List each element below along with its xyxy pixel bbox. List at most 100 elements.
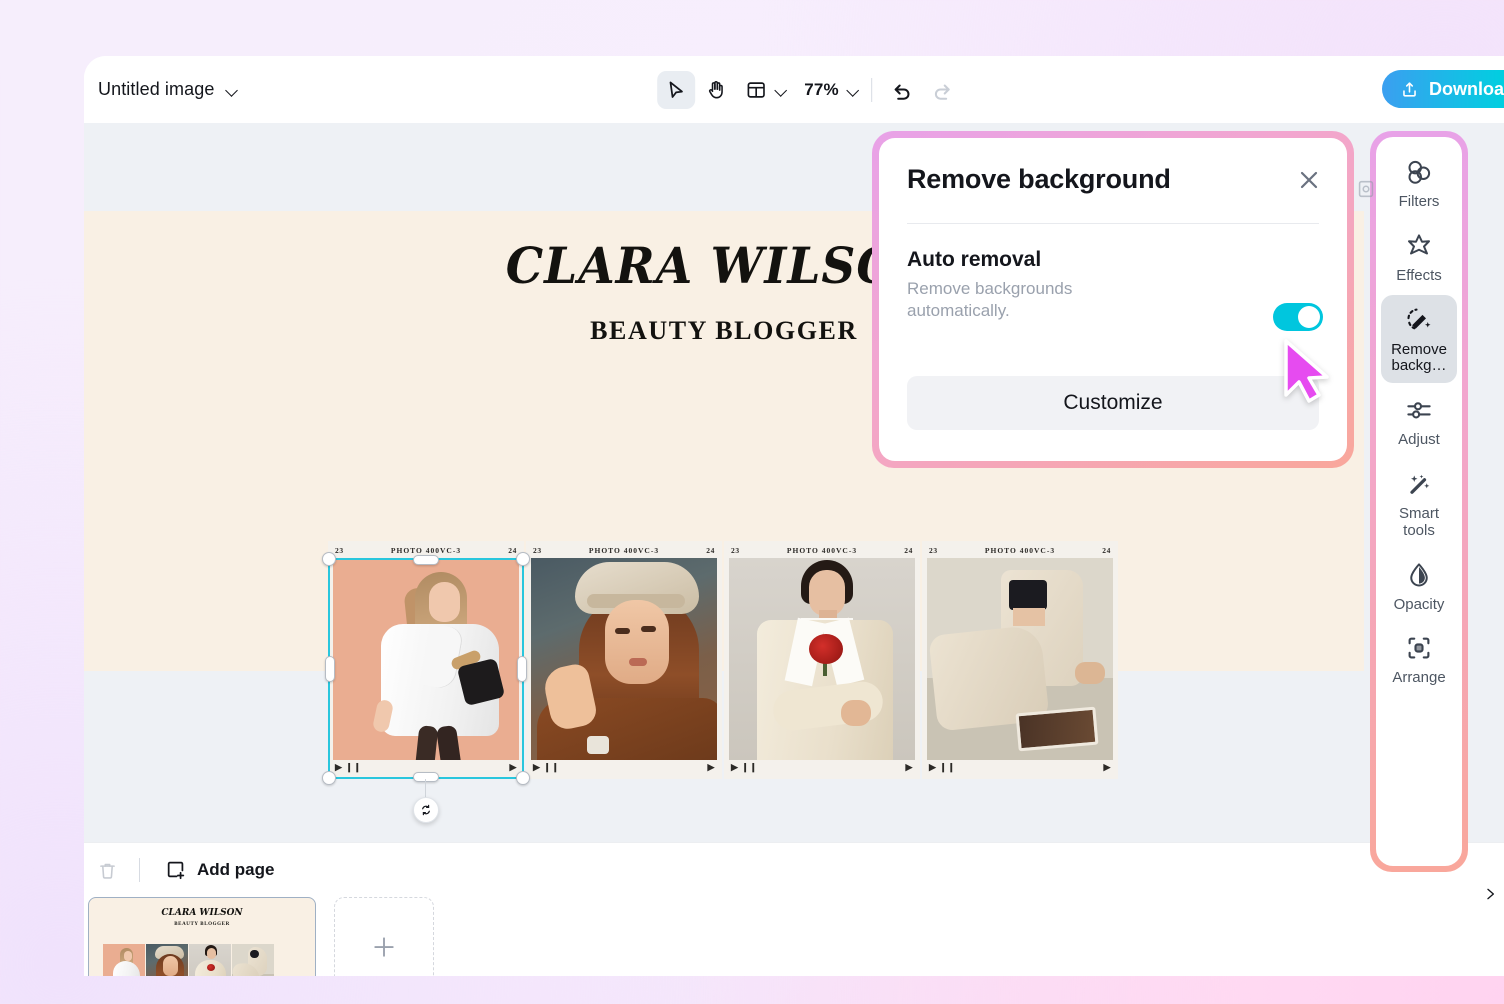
film-frame-number-left: 23 xyxy=(929,546,938,555)
hand-icon xyxy=(708,80,723,98)
zoom-level: 77% xyxy=(804,79,839,99)
sidebar-item-arrange[interactable]: Arrange xyxy=(1381,623,1457,695)
film-frame-number-right: 24 xyxy=(904,546,913,555)
layout-chevron-down-icon[interactable] xyxy=(775,86,788,94)
bottom-toolbar: Add page xyxy=(84,843,1504,897)
thumb-photo xyxy=(103,944,145,976)
auto-removal-description: Remove backgrounds automatically. xyxy=(907,279,1073,320)
film-stock-label: PHOTO 400VC-3 xyxy=(786,546,858,555)
customize-button[interactable]: Customize xyxy=(907,376,1319,430)
filters-icon xyxy=(1408,160,1431,184)
download-button[interactable]: Download a xyxy=(1381,70,1504,108)
film-bottom-labels: ▶ ❙❙ ▶ xyxy=(922,760,1118,777)
close-button[interactable] xyxy=(1295,166,1323,194)
auto-removal-title: Auto removal xyxy=(907,248,1042,271)
film-stock-label: PHOTO 400VC-3 xyxy=(390,546,462,555)
film-top-labels: 23 PHOTO 400VC-3 24 xyxy=(526,541,722,558)
sidebar-item-filters[interactable]: Filters xyxy=(1381,147,1457,219)
film-mark-left: ▶ ❙❙ xyxy=(731,762,758,772)
undo-button[interactable] xyxy=(883,71,921,109)
sidebar-item-adjust[interactable]: Adjust xyxy=(1381,385,1457,457)
chevron-down-icon xyxy=(226,86,239,94)
sidebar-item-effects[interactable]: Effects xyxy=(1381,221,1457,293)
download-icon xyxy=(1403,81,1416,97)
toolbar-divider xyxy=(870,77,872,102)
film-mark-right: ▶ xyxy=(707,762,715,772)
delete-page-button[interactable] xyxy=(88,851,126,889)
sidebar-item-smart-tools[interactable]: Smart tools xyxy=(1381,459,1457,548)
rotate-handle-stem xyxy=(425,779,426,799)
zoom-chevron-down-icon[interactable] xyxy=(847,86,860,94)
film-frame-number-left: 23 xyxy=(335,546,344,555)
film-frame-number-left: 23 xyxy=(731,546,740,555)
film-stock-label: PHOTO 400VC-3 xyxy=(984,546,1056,555)
hand-tool-button[interactable] xyxy=(697,71,735,109)
thumb-film-strip xyxy=(103,944,274,976)
film-frame-number-right: 24 xyxy=(508,546,517,555)
cursor-arrow-icon xyxy=(669,81,683,98)
download-label: Download a xyxy=(1428,78,1504,99)
film-mark-left: ▶ ❙❙ xyxy=(533,762,560,772)
toggle-knob xyxy=(1298,306,1320,328)
modal-divider xyxy=(907,223,1319,224)
pages-next-button[interactable] xyxy=(1482,883,1498,910)
customize-label: Customize xyxy=(1063,391,1163,414)
film-strip[interactable]: 23 PHOTO 400VC-3 24 ▶ ❙❙ ▶ 23 PHOTO 400V… xyxy=(328,541,1118,779)
photo-woman-cream-suit[interactable] xyxy=(729,558,915,760)
opacity-droplet-icon xyxy=(1410,562,1428,586)
modal-title: Remove background xyxy=(907,164,1171,194)
tool-cluster: 77% xyxy=(657,70,961,109)
sidebar-item-remove-background[interactable]: Remove backg… xyxy=(1381,294,1457,384)
image-icon xyxy=(1358,180,1374,198)
sidebar-label: Arrange xyxy=(1392,669,1446,687)
film-mark-right: ▶ xyxy=(905,762,913,772)
arrange-icon xyxy=(1408,637,1430,659)
photo-woman-seated-suit[interactable] xyxy=(927,558,1113,760)
film-cell[interactable]: 23 PHOTO 400VC-3 24 ▶ ❙❙ ▶ xyxy=(328,541,524,779)
film-frame-number-right: 24 xyxy=(706,546,715,555)
mouse-pointer-cursor xyxy=(1278,337,1334,407)
film-bottom-labels: ▶ ❙❙ ▶ xyxy=(724,760,920,777)
sidebar-label: Adjust xyxy=(1398,431,1440,449)
thumb-photo xyxy=(146,944,188,976)
right-sidebar: Filters Effects Remove backg… Adjust Sma… xyxy=(1376,137,1462,866)
document-title-menu[interactable]: Untitled image xyxy=(88,73,249,106)
select-tool-button[interactable] xyxy=(657,70,696,109)
sidebar-label: Opacity xyxy=(1393,595,1445,613)
film-top-labels: 23 PHOTO 400VC-3 24 xyxy=(724,541,920,558)
pointer-icon xyxy=(1284,339,1329,403)
film-cell[interactable]: 23 PHOTO 400VC-3 24 ▶ ❙❙ ▶ xyxy=(922,541,1118,779)
sidebar-label: Filters xyxy=(1398,193,1440,210)
film-top-labels: 23 PHOTO 400VC-3 24 xyxy=(922,541,1118,558)
thumb-photo xyxy=(232,944,274,976)
page-thumbnail[interactable]: CLARA WILSON BEAUTY BLOGGER xyxy=(88,897,316,976)
remove-background-modal: Remove background Auto removal Remove ba… xyxy=(879,138,1347,461)
film-mark-right: ▶ xyxy=(509,762,517,772)
redo-button[interactable] xyxy=(923,71,961,109)
smart-tools-wand-icon xyxy=(1410,474,1430,494)
partially-hidden-panel-icon xyxy=(1355,178,1377,200)
layout-icon xyxy=(747,81,765,98)
sidebar-label: Remove backg… xyxy=(1391,340,1447,375)
photo-woman-white-coat[interactable] xyxy=(333,558,519,760)
photo-woman-hat[interactable] xyxy=(531,558,717,760)
film-mark-left: ▶ ❙❙ xyxy=(929,762,956,772)
film-cell[interactable]: 23 PHOTO 400VC-3 24 ▶ ❙❙ ▶ xyxy=(724,541,920,779)
film-stock-label: PHOTO 400VC-3 xyxy=(588,546,660,555)
auto-removal-toggle[interactable] xyxy=(1273,303,1323,331)
film-bottom-labels: ▶ ❙❙ ▶ xyxy=(328,760,524,777)
sidebar-item-opacity[interactable]: Opacity xyxy=(1381,550,1457,622)
add-page-placeholder[interactable] xyxy=(334,897,434,976)
thumb-subheadline: BEAUTY BLOGGER xyxy=(174,922,230,927)
layout-tool-button[interactable] xyxy=(737,71,775,109)
top-toolbar: Untitled image 77% Downloa xyxy=(84,56,1504,123)
add-page-icon xyxy=(167,861,185,880)
pages-row: CLARA WILSON BEAUTY BLOGGER xyxy=(84,897,1504,976)
film-cell[interactable]: 23 PHOTO 400VC-3 24 ▶ ❙❙ ▶ xyxy=(526,541,722,779)
rotate-handle[interactable] xyxy=(328,797,524,823)
film-top-labels: 23 PHOTO 400VC-3 24 xyxy=(328,541,524,558)
close-icon xyxy=(1300,171,1318,189)
add-page-button[interactable]: Add page xyxy=(153,853,286,887)
film-mark-left: ▶ ❙❙ xyxy=(335,762,362,772)
remove-background-icon xyxy=(1407,308,1431,329)
